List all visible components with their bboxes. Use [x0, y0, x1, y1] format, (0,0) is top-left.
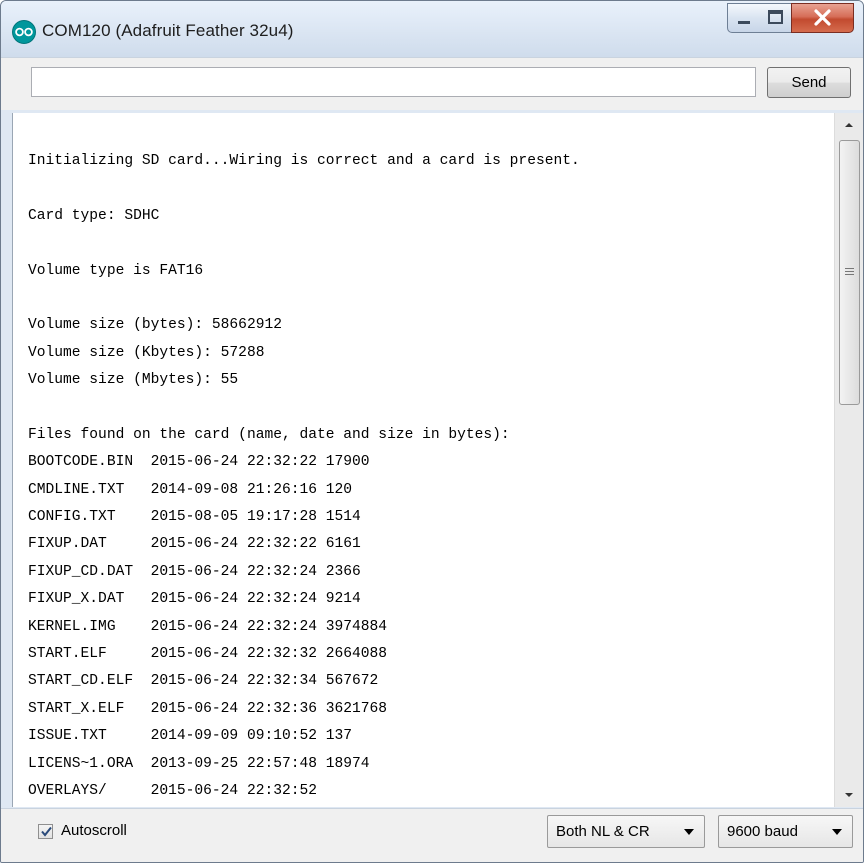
baud-rate-select[interactable]: 9600 baud	[718, 815, 853, 848]
console-line: OVERLAYS/ 2015-06-24 22:32:52	[28, 782, 318, 799]
console-line: CONFIG.TXT 2015-08-05 19:17:28 1514	[28, 509, 361, 526]
console-line: LICENS~1.ORA 2013-09-25 22:57:48 18974	[28, 755, 370, 772]
arduino-logo-icon	[12, 20, 36, 44]
console-line: BOOTCODE.BIN 2015-06-24 22:32:22 17900	[28, 454, 370, 471]
console-line: Initializing SD card...Wiring is correct…	[28, 153, 580, 169]
send-button[interactable]: Send	[767, 67, 851, 98]
baud-rate-value: 9600 baud	[727, 823, 798, 840]
title-bar[interactable]: COM120 (Adafruit Feather 32u4)	[1, 1, 863, 57]
line-ending-select[interactable]: Both NL & CR	[547, 815, 705, 848]
console-line: CMDLINE.TXT 2014-09-08 21:26:16 120	[28, 481, 353, 498]
minimize-icon	[738, 21, 750, 24]
console-line: Volume size (bytes): 58662912	[28, 317, 282, 334]
serial-output-text: Initializing SD card...Wiring is correct…	[28, 148, 580, 807]
console-line: START.ELF 2015-06-24 22:32:32 2664088	[28, 646, 388, 663]
serial-output-console[interactable]: Initializing SD card...Wiring is correct…	[12, 113, 835, 807]
vertical-scrollbar[interactable]	[834, 113, 863, 807]
maximize-button[interactable]	[760, 3, 792, 33]
autoscroll-label[interactable]: Autoscroll	[61, 822, 127, 839]
serial-monitor-window: COM120 (Adafruit Feather 32u4) Send Init…	[0, 0, 864, 863]
scroll-up-button[interactable]	[835, 113, 863, 137]
line-ending-value: Both NL & CR	[556, 823, 650, 840]
close-button[interactable]	[791, 3, 854, 33]
maximize-icon	[768, 10, 783, 24]
checkmark-icon	[41, 826, 52, 837]
console-line: FIXUP_CD.DAT 2015-06-24 22:32:24 2366	[28, 563, 361, 580]
console-line: Volume size (Kbytes): 57288	[28, 344, 265, 361]
console-line: Files found on the card (name, date and …	[28, 426, 510, 443]
window-title: COM120 (Adafruit Feather 32u4)	[42, 21, 294, 40]
console-line: Volume type is FAT16	[28, 262, 204, 279]
console-line: START_X.ELF 2015-06-24 22:32:36 3621768	[28, 700, 388, 717]
serial-input[interactable]	[31, 67, 756, 97]
dropdown-arrow-icon	[832, 829, 842, 835]
grip-icon	[845, 268, 854, 269]
console-line: Volume size (Mbytes): 55	[28, 372, 239, 389]
console-line: FIXUP_X.DAT 2015-06-24 22:32:24 9214	[28, 591, 361, 608]
scroll-down-button[interactable]	[835, 783, 863, 807]
console-line: ADS7864.DTB 2015-06-24 22:32:38 2304	[28, 805, 580, 807]
dropdown-arrow-icon	[684, 829, 694, 835]
close-icon	[814, 9, 831, 26]
console-line: FIXUP.DAT 2015-06-24 22:32:22 6161	[28, 536, 361, 553]
console-line: Card type: SDHC	[28, 207, 160, 224]
autoscroll-checkbox[interactable]	[38, 824, 53, 839]
scrollbar-thumb[interactable]	[839, 140, 860, 405]
minimize-button[interactable]	[727, 3, 762, 33]
arrow-up-icon	[845, 123, 853, 127]
console-line: KERNEL.IMG 2015-06-24 22:32:24 3974884	[28, 618, 388, 635]
console-line: ISSUE.TXT 2014-09-09 09:10:52 137	[28, 728, 353, 745]
arrow-down-icon	[845, 793, 853, 797]
console-line: START_CD.ELF 2015-06-24 22:32:34 567672	[28, 673, 379, 690]
